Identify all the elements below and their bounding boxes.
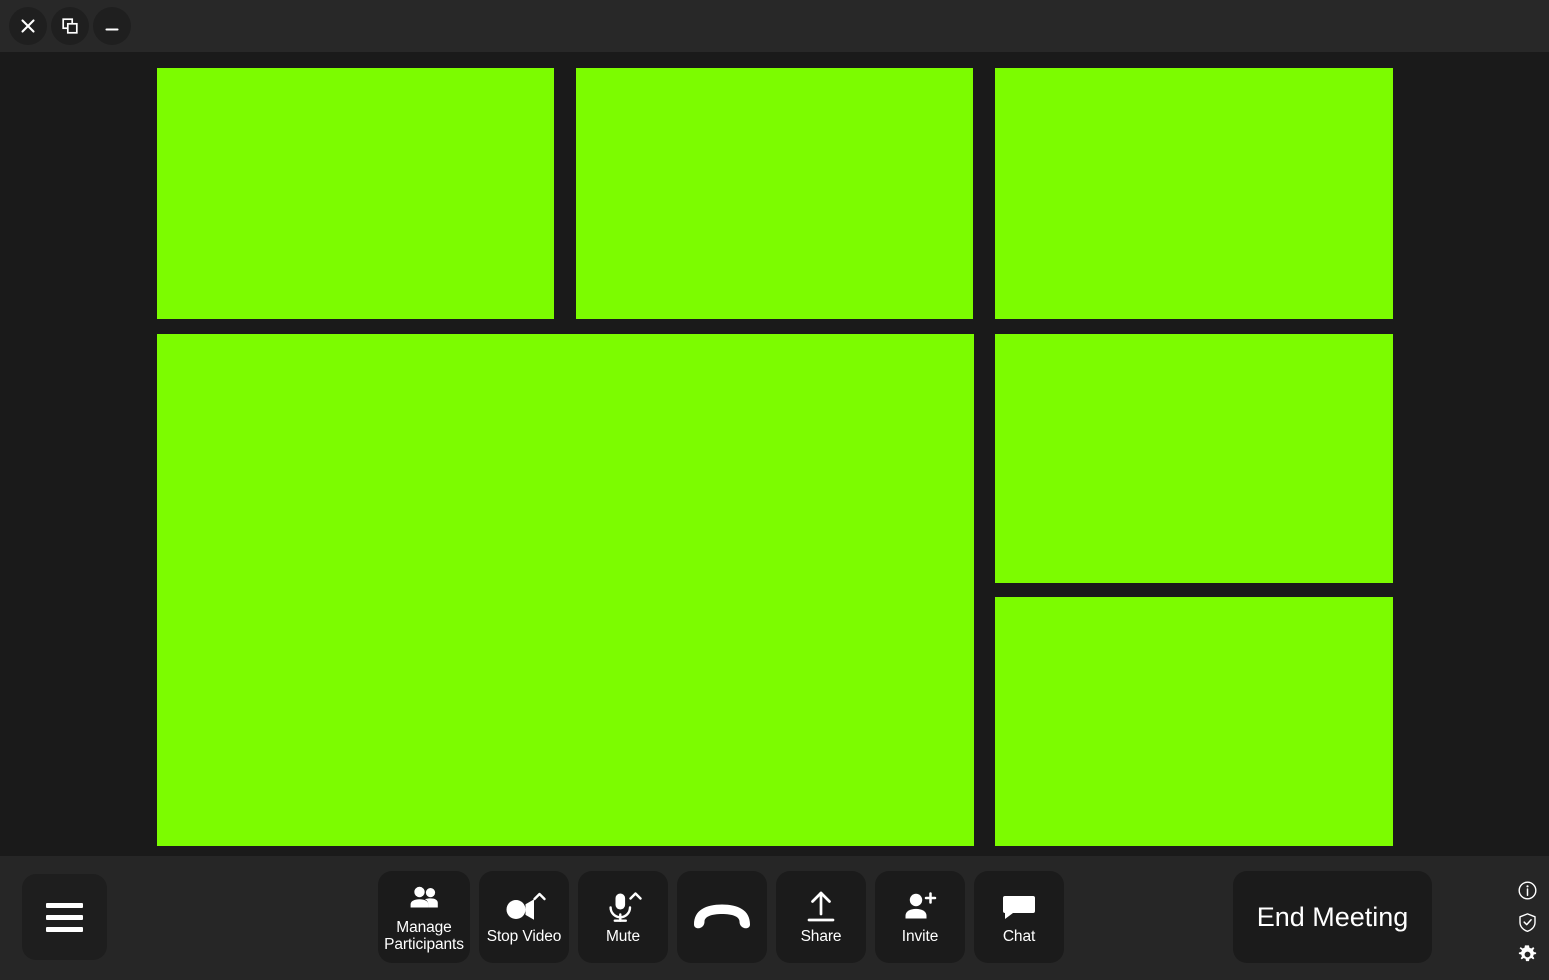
meeting-info-button[interactable] xyxy=(1513,878,1541,906)
shield-check-icon xyxy=(1517,912,1538,936)
hamburger-menu-button[interactable] xyxy=(22,874,107,960)
close-window-button[interactable] xyxy=(9,7,47,45)
manage-participants-button[interactable]: Manage Participants xyxy=(378,871,470,963)
settings-button[interactable] xyxy=(1513,942,1541,970)
close-icon xyxy=(18,16,38,36)
security-button[interactable] xyxy=(1513,910,1541,938)
chevron-up-icon xyxy=(629,891,642,900)
chat-button[interactable]: Chat xyxy=(974,871,1064,963)
gear-icon xyxy=(1517,944,1538,968)
meeting-window: Manage Participants Stop Video Mute Shar… xyxy=(0,0,1549,980)
invite-person-plus-icon xyxy=(902,890,938,924)
minimize-window-button[interactable] xyxy=(93,7,131,45)
restore-window-icon xyxy=(60,16,80,36)
stop-video-button[interactable]: Stop Video xyxy=(479,871,569,963)
participant-video-tile[interactable] xyxy=(157,68,554,319)
participant-video-tile[interactable] xyxy=(995,334,1393,583)
hangup-button[interactable] xyxy=(677,871,767,963)
chat-label: Chat xyxy=(1002,927,1036,945)
restore-window-button[interactable] xyxy=(51,7,89,45)
meeting-toolbar: Manage Participants Stop Video Mute Shar… xyxy=(0,856,1549,980)
participants-icon xyxy=(407,881,441,915)
toolbar-side-icons xyxy=(1513,878,1541,970)
microphone-icon xyxy=(603,890,643,924)
chat-bubble-icon xyxy=(1001,890,1037,924)
phone-hangup-icon xyxy=(691,902,753,932)
mute-button[interactable]: Mute xyxy=(578,871,668,963)
participant-video-tile[interactable] xyxy=(995,68,1393,319)
participant-video-tile[interactable] xyxy=(995,597,1393,846)
mute-label: Mute xyxy=(605,927,641,945)
hamburger-menu-icon xyxy=(46,902,83,932)
video-grid xyxy=(0,52,1549,856)
share-button[interactable]: Share xyxy=(776,871,866,963)
chevron-up-icon xyxy=(533,892,546,900)
participant-video-tile[interactable] xyxy=(576,68,973,319)
invite-button[interactable]: Invite xyxy=(875,871,965,963)
participant-video-tile-main[interactable] xyxy=(157,334,974,846)
info-circle-icon xyxy=(1517,880,1538,904)
manage-participants-label: Manage Participants xyxy=(384,919,464,953)
share-label: Share xyxy=(800,927,842,945)
window-title-bar xyxy=(0,0,1549,52)
minimize-icon xyxy=(102,16,122,36)
invite-label: Invite xyxy=(901,927,939,945)
video-camera-icon xyxy=(501,890,547,924)
share-upload-icon xyxy=(803,890,839,924)
end-meeting-button[interactable]: End Meeting xyxy=(1233,871,1432,963)
toolbar-button-group: Manage Participants Stop Video Mute Shar… xyxy=(378,871,1064,963)
stop-video-label: Stop Video xyxy=(486,927,562,945)
